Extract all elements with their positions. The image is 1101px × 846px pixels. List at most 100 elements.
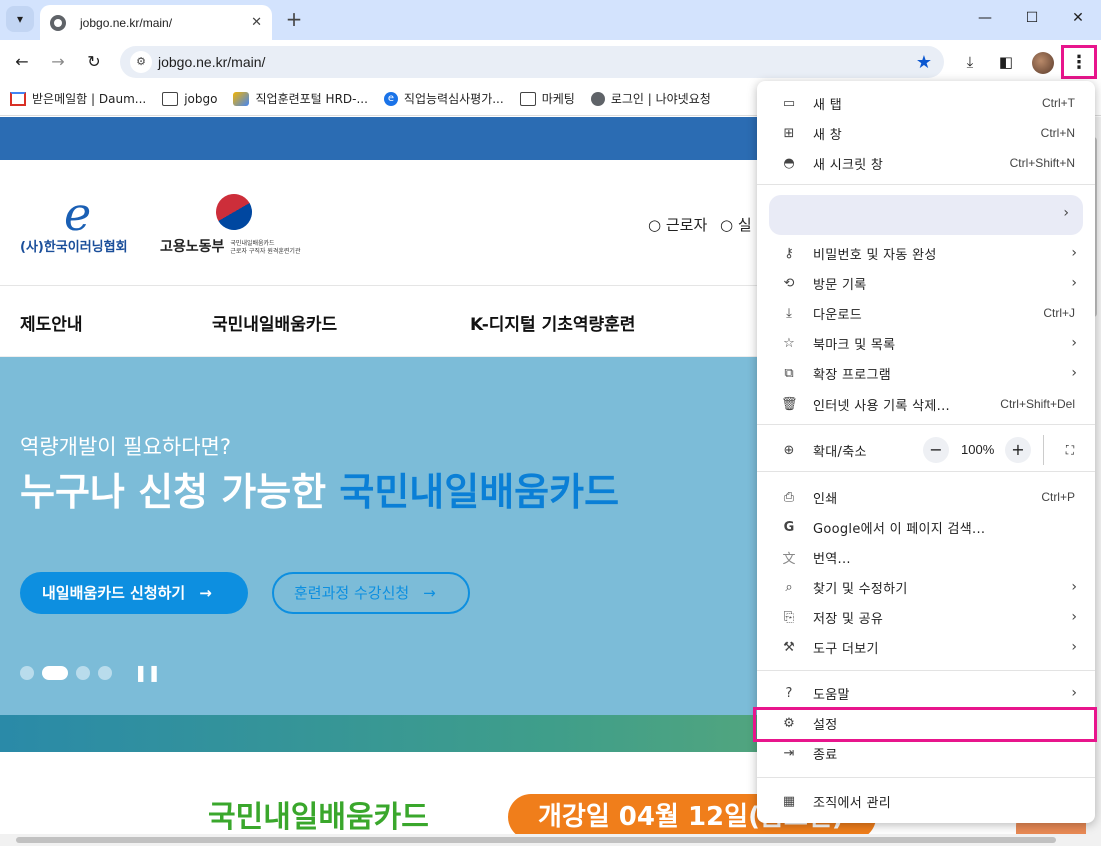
menu-item-clear-data[interactable]: 🗑 인터넷 사용 기록 삭제... Ctrl+Shift+Del [757,389,1095,419]
promo-title: 국민내일배움카드 [208,800,429,835]
exit-icon: ⇥ [783,745,795,761]
carousel-dot[interactable] [76,665,90,680]
close-tab-icon[interactable]: ✕ [251,15,262,30]
logo2-sub-line: 국민내일배움카드 [230,240,275,247]
logo1-text: (사)한국이러닝협회 [20,240,128,255]
site-info-icon[interactable]: ⚙ [130,51,152,73]
save-share-icon: ⎘ [783,609,795,625]
apply-card-button[interactable]: 내일배움카드 신청하기 → [20,572,248,614]
carousel-dot[interactable] [98,665,112,680]
new-tab-icon: ▭ [782,95,796,111]
back-arrow-icon[interactable]: ← [8,48,36,76]
new-tab-plus-icon[interactable]: + [282,7,306,31]
zoom-out-button[interactable]: − [923,437,949,463]
tab-search-chevron-icon[interactable]: ▾ [6,6,34,32]
toolbox-icon: ⚒ [783,639,795,655]
building-icon: ▦ [782,793,796,809]
pause-icon[interactable]: ❚❚ [134,663,161,682]
bookmark-label: 직업훈련포털 HRD-... [255,92,368,106]
member-type-radios: ○ 근로자 ○ 실 [648,214,752,235]
menu-divider [757,777,1095,778]
menu-label: 도움말 [813,687,850,703]
menu-item-search-google[interactable]: G Google에서 이 페이지 검색... [757,512,1095,542]
bookmark-daum-mail[interactable]: 받은메일함 | Daum... [10,90,146,107]
maximize-icon[interactable]: ☐ [1009,4,1055,32]
menu-label: Google에서 이 페이지 검색... [813,521,986,537]
menu-item-find-edit[interactable]: ⌕ 찾기 및 수정하기 › [757,572,1095,602]
menu-item-save-share[interactable]: ⎘ 저장 및 공유 › [757,602,1095,632]
bookmark-hrd[interactable]: 직업훈련포털 HRD-... [233,90,368,107]
horizontal-scrollbar[interactable] [0,834,1086,846]
tab-title: jobgo.ne.kr/main/ [80,15,173,30]
menu-item-new-window[interactable]: ⊞ 새 창 Ctrl+N [757,118,1095,148]
hero-title-highlight: 국민내일배움카드 [339,470,620,514]
menu-item-translate[interactable]: 文 번역... [757,542,1095,572]
menu-shortcut: Ctrl+N [1040,126,1075,140]
ministry-logo[interactable]: 고용노동부 국민내일배움카드 근로자 구직자 원격훈련기관 [160,187,300,256]
menu-item-help[interactable]: ? 도움말 › [757,678,1095,708]
history-icon: ⟲ [783,275,795,291]
fullscreen-icon[interactable]: ⛶ [1057,437,1083,463]
tab-active[interactable]: jobgo.ne.kr/main/ ✕ [40,5,272,40]
chevron-right-icon: › [1063,205,1069,221]
nav-item-card[interactable]: 국민내일배움카드 [212,310,337,335]
bookmark-label: 로그인 | 나야넷요청 [610,92,711,106]
course-enroll-button[interactable]: 훈련과정 수강신청 → [272,572,470,614]
menu-item-new-tab[interactable]: ▭ 새 탭 Ctrl+T [757,88,1095,118]
menu-item-bookmarks[interactable]: ☆ 북마크 및 목록 › [757,328,1095,358]
carousel-dot-active[interactable] [42,665,68,680]
zoom-icon: ⊕ [783,442,795,458]
menu-shortcut: Ctrl+Shift+N [1009,156,1075,170]
bookmark-login[interactable]: 로그인 | 나야넷요청 [590,90,711,107]
close-window-icon[interactable]: ✕ [1055,4,1101,32]
radio-worker[interactable]: ○ 근로자 [648,216,707,234]
menu-item-incognito[interactable]: ◓ 새 시크릿 창 Ctrl+Shift+N [757,148,1095,178]
chevron-right-icon: › [1071,685,1077,701]
menu-item-print[interactable]: ⎙ 인쇄 Ctrl+P [757,482,1095,512]
radio-other[interactable]: ○ 실 [720,216,752,234]
download-icon[interactable]: ⤓ [956,48,984,76]
hrd-icon [233,91,250,106]
carousel-indicators: ❚❚ [20,663,161,682]
key-icon: ⚷ [784,245,794,261]
side-panel-icon[interactable]: ◧ [992,48,1020,76]
menu-item-history[interactable]: ⟲ 방문 기록 › [757,268,1095,298]
menu-item-downloads[interactable]: ⤓ 다운로드 Ctrl+J [757,298,1095,328]
nav-item-k-digital[interactable]: K-디지털 기초역량훈련 [470,310,635,335]
course-enroll-label: 훈련과정 수강신청 [294,584,410,602]
menu-item-managed[interactable]: ▦ 조직에서 관리 [757,786,1095,816]
bookmark-star-icon[interactable]: ★ [916,52,932,73]
menu-item-extensions[interactable]: ⧉ 확장 프로그램 › [757,358,1095,388]
nav-item-system-guide[interactable]: 제도안내 [20,310,83,335]
minimize-icon[interactable]: — [962,4,1008,32]
tab-strip: ▾ jobgo.ne.kr/main/ ✕ + — ☐ ✕ [0,0,1101,40]
elearning-association-logo[interactable]: e (사)한국이러닝협회 [20,191,128,255]
menu-label: 인쇄 [813,491,838,507]
bookmark-folder-marketing[interactable]: 마케팅 [519,90,575,107]
hero-title-part: 누구나 신청 가능한 [20,470,340,514]
puzzle-icon: ⧉ [784,365,794,381]
scrollbar-thumb[interactable] [16,837,1056,843]
chrome-menu-kebab-icon[interactable]: ⋮ [1061,45,1097,79]
menu-label: 도구 더보기 [813,641,879,657]
globe-icon [590,91,605,106]
menu-item-more-tools[interactable]: ⚒ 도구 더보기 › [757,632,1095,662]
forward-arrow-icon[interactable]: → [44,48,72,76]
menu-divider [757,471,1095,472]
reload-icon[interactable]: ↻ [80,48,108,76]
chevron-right-icon: › [1071,335,1077,351]
menu-profile-row[interactable]: › [769,195,1083,235]
url-text[interactable]: jobgo.ne.kr/main/ [158,54,916,70]
menu-shortcut: Ctrl+J [1043,306,1075,320]
menu-label: 비밀번호 및 자동 완성 [813,247,937,263]
zoom-in-button[interactable]: + [1005,437,1031,463]
profile-avatar[interactable] [1032,52,1054,74]
carousel-dot[interactable] [20,665,34,680]
bookmark-evaluation[interactable]: e 직업능력심사평가... [383,90,504,107]
address-bar[interactable]: ⚙ jobgo.ne.kr/main/ ★ [120,46,944,78]
menu-label: 조직에서 관리 [813,795,891,811]
menu-item-exit[interactable]: ⇥ 종료 [757,738,1095,768]
menu-item-passwords[interactable]: ⚷ 비밀번호 및 자동 완성 › [757,238,1095,268]
printer-icon: ⎙ [783,489,795,505]
bookmark-folder-jobgo[interactable]: jobgo [162,91,217,106]
